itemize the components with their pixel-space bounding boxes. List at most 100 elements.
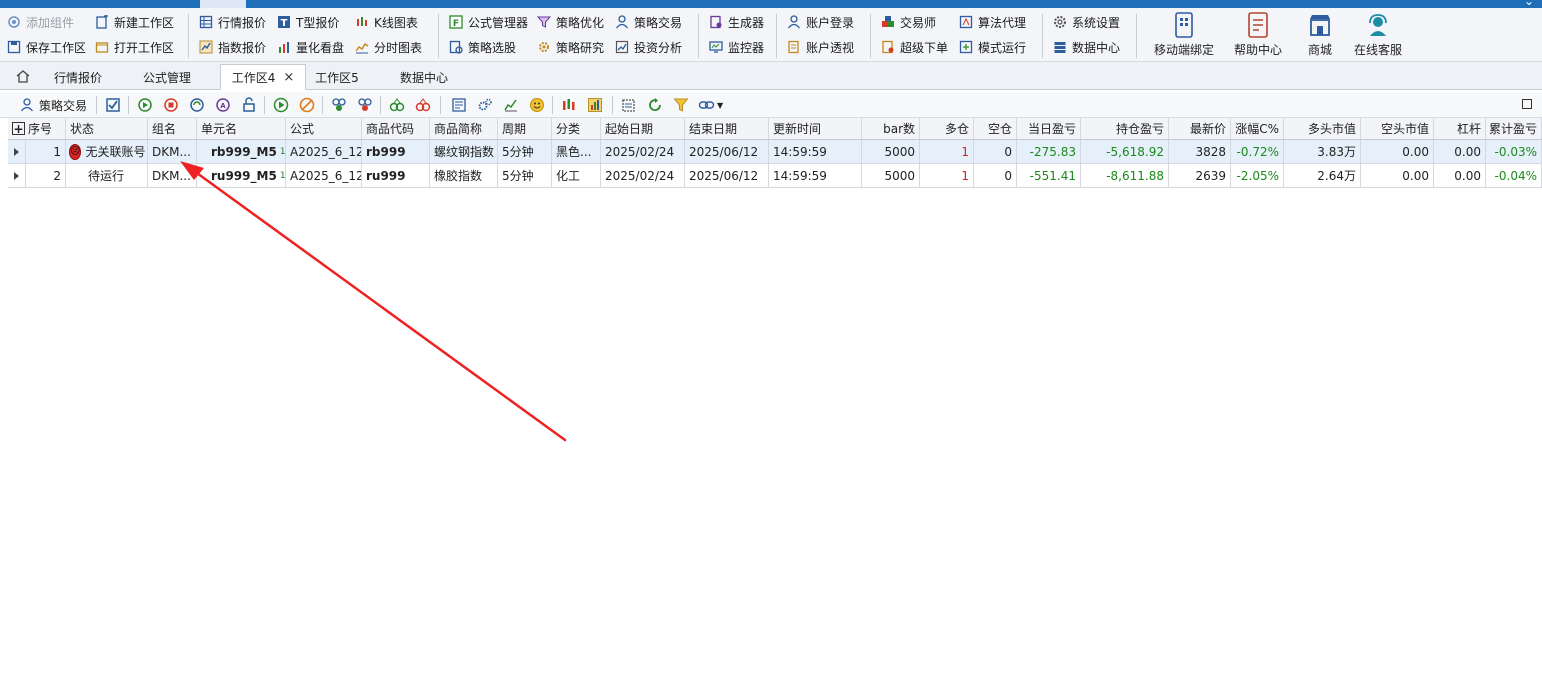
toolbar-strategy-trade-button[interactable]: 策略交易 <box>18 95 87 115</box>
formula-manager-button[interactable]: F 公式管理器 <box>448 11 528 33</box>
account-view-button[interactable]: 账户透视 <box>786 36 854 58</box>
cell-code: ru999 <box>362 164 430 187</box>
order-doc-icon <box>880 39 896 55</box>
window-control-icon[interactable]: ⌄ <box>1524 0 1534 8</box>
curve-button[interactable] <box>502 95 520 115</box>
trader-button[interactable]: 交易师 <box>880 11 936 33</box>
header-period[interactable]: 周期 <box>498 118 552 139</box>
data-center-button[interactable]: 数据中心 <box>1052 36 1120 58</box>
tab-data-center[interactable]: 数据中心 <box>388 64 460 90</box>
run-button[interactable] <box>272 95 290 115</box>
emoji-button[interactable] <box>528 95 546 115</box>
invest-analysis-button[interactable]: 投资分析 <box>614 36 682 58</box>
header-short-pos[interactable]: 空仓 <box>974 118 1017 139</box>
link-dropdown-button[interactable]: ▼ <box>698 95 723 115</box>
header-start[interactable]: 起始日期 <box>601 118 685 139</box>
tab-workspace4[interactable]: 工作区4 × <box>220 64 306 90</box>
mode-run-button[interactable]: 模式运行 <box>958 36 1026 58</box>
header-leverage[interactable]: 杠杆 <box>1434 118 1486 139</box>
header-formula[interactable]: 公式 <box>286 118 362 139</box>
stop-button[interactable] <box>298 95 316 115</box>
header-end[interactable]: 结束日期 <box>685 118 769 139</box>
quant-board-button[interactable]: 量化看盘 <box>276 36 344 58</box>
menu-tab-active[interactable] <box>200 0 246 8</box>
row-expander[interactable] <box>8 164 26 187</box>
header-status[interactable]: 状态 <box>66 118 148 139</box>
table-row[interactable]: 2 待运行 DKM... ru999_M510 A2025_6_12 ru999… <box>8 164 1542 188</box>
strategy-optimize-button[interactable]: 策略优化 <box>536 11 604 33</box>
header-short-value[interactable]: 空头市值 <box>1361 118 1434 139</box>
strategy-trade-ribbon-button[interactable]: 策略交易 <box>614 11 682 33</box>
header-category[interactable]: 分类 <box>552 118 601 139</box>
start-trade-button[interactable] <box>136 95 154 115</box>
check-all-button[interactable] <box>104 95 122 115</box>
algo-agent-button[interactable]: 算法代理 <box>958 11 1026 33</box>
funnel-icon <box>536 14 552 30</box>
add-component-button[interactable]: 添加组件 <box>6 11 74 33</box>
unlock-button[interactable] <box>240 95 258 115</box>
strategy-stock-button[interactable]: 策略选股 <box>448 36 516 58</box>
cell-status: 待运行 <box>66 164 148 187</box>
row-expander[interactable] <box>8 140 26 163</box>
system-settings-button[interactable]: 系统设置 <box>1052 11 1120 33</box>
header-code[interactable]: 商品代码 <box>362 118 430 139</box>
remove-unit-button[interactable] <box>356 95 374 115</box>
header-day-pnl[interactable]: 当日盈亏 <box>1017 118 1081 139</box>
add-unit-button[interactable] <box>330 95 348 115</box>
maximize-icon[interactable] <box>1522 99 1532 109</box>
open-workspace-button[interactable]: 打开工作区 <box>94 36 174 58</box>
header-group[interactable]: 组名 <box>148 118 197 139</box>
refresh-button[interactable] <box>646 95 664 115</box>
header-unit[interactable]: 单元名 <box>197 118 286 139</box>
header-long-value[interactable]: 多头市值 <box>1284 118 1361 139</box>
tab-market-quote[interactable]: 行情报价 <box>40 64 116 90</box>
strategy-research-button[interactable]: 策略研究 <box>536 36 604 58</box>
new-workspace-button[interactable]: 新建工作区 <box>94 11 174 33</box>
index-quote-button[interactable]: 指数报价 <box>198 36 266 58</box>
mobile-bind-button[interactable]: 移动端绑定 <box>1146 12 1222 60</box>
header-long[interactable]: 多仓 <box>920 118 974 139</box>
market-quote-button[interactable]: 行情报价 <box>198 11 266 33</box>
algo-icon <box>958 14 974 30</box>
monitor-button[interactable]: 监控器 <box>708 36 764 58</box>
auto-trade-button[interactable]: A <box>214 95 232 115</box>
save-workspace-button[interactable]: 保存工作区 <box>6 36 86 58</box>
unlink-button[interactable] <box>414 95 432 115</box>
cell-short-value: 0.00 <box>1361 140 1434 163</box>
lock-icon <box>240 96 258 114</box>
header-short[interactable]: 商品简称 <box>430 118 498 139</box>
kline-chart-button[interactable]: K线图表 <box>354 11 418 33</box>
header-hold-pnl[interactable]: 持仓盈亏 <box>1081 118 1169 139</box>
report-button[interactable] <box>586 95 604 115</box>
account-login-button[interactable]: 账户登录 <box>786 11 854 33</box>
gear-settings-button[interactable] <box>476 95 494 115</box>
line-chart-icon <box>354 39 370 55</box>
table-row[interactable]: 1 ☹无关联账号 DKM... rb999_M510 A2025_6_12 rb… <box>8 140 1542 164</box>
expand-all-icon[interactable]: + <box>12 122 25 135</box>
tab-close-icon[interactable]: × <box>283 70 294 85</box>
link-button[interactable] <box>388 95 406 115</box>
schedule-button[interactable] <box>620 95 638 115</box>
super-order-button[interactable]: 超级下单 <box>880 36 948 58</box>
generator-button[interactable]: 生成器 <box>708 11 764 33</box>
header-update[interactable]: 更新时间 <box>769 118 862 139</box>
kline-button[interactable] <box>560 95 578 115</box>
header-last[interactable]: 最新价 <box>1169 118 1231 139</box>
tab-formula-manage[interactable]: 公式管理 <box>128 64 206 90</box>
sync-icon <box>188 96 206 114</box>
t-quote-button[interactable]: T T型报价 <box>276 11 339 33</box>
cell-start: 2025/02/24 <box>601 140 685 163</box>
tab-home[interactable] <box>8 64 38 90</box>
time-chart-button[interactable]: 分时图表 <box>354 36 422 58</box>
param-settings-button[interactable] <box>450 95 468 115</box>
online-service-button[interactable]: 在线客服 <box>1340 12 1416 60</box>
header-seq[interactable]: + 序号 <box>8 118 66 139</box>
filter-button[interactable] <box>672 95 690 115</box>
tab-workspace5[interactable]: 工作区5 <box>306 64 368 90</box>
stop-trade-button[interactable] <box>162 95 180 115</box>
cell-seq: 2 <box>26 164 66 187</box>
header-cum-pnl[interactable]: 累计盈亏 <box>1486 118 1542 139</box>
sync-position-button[interactable] <box>188 95 206 115</box>
header-change[interactable]: 涨幅C% <box>1231 118 1284 139</box>
header-bars[interactable]: bar数 <box>862 118 920 139</box>
